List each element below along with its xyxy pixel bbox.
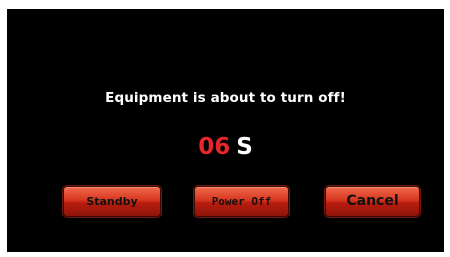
countdown-value: 06: [198, 134, 231, 160]
countdown-display: 06 S: [7, 133, 444, 161]
cancel-button[interactable]: Cancel: [325, 186, 420, 217]
shutdown-dialog: Equipment is about to turn off! 06 S Stan…: [7, 9, 444, 252]
shutdown-message: Equipment is about to turn off!: [105, 90, 346, 106]
power-off-button[interactable]: Power Off: [194, 186, 289, 217]
countdown-unit: S: [236, 134, 253, 160]
standby-button[interactable]: Standby: [63, 186, 161, 217]
